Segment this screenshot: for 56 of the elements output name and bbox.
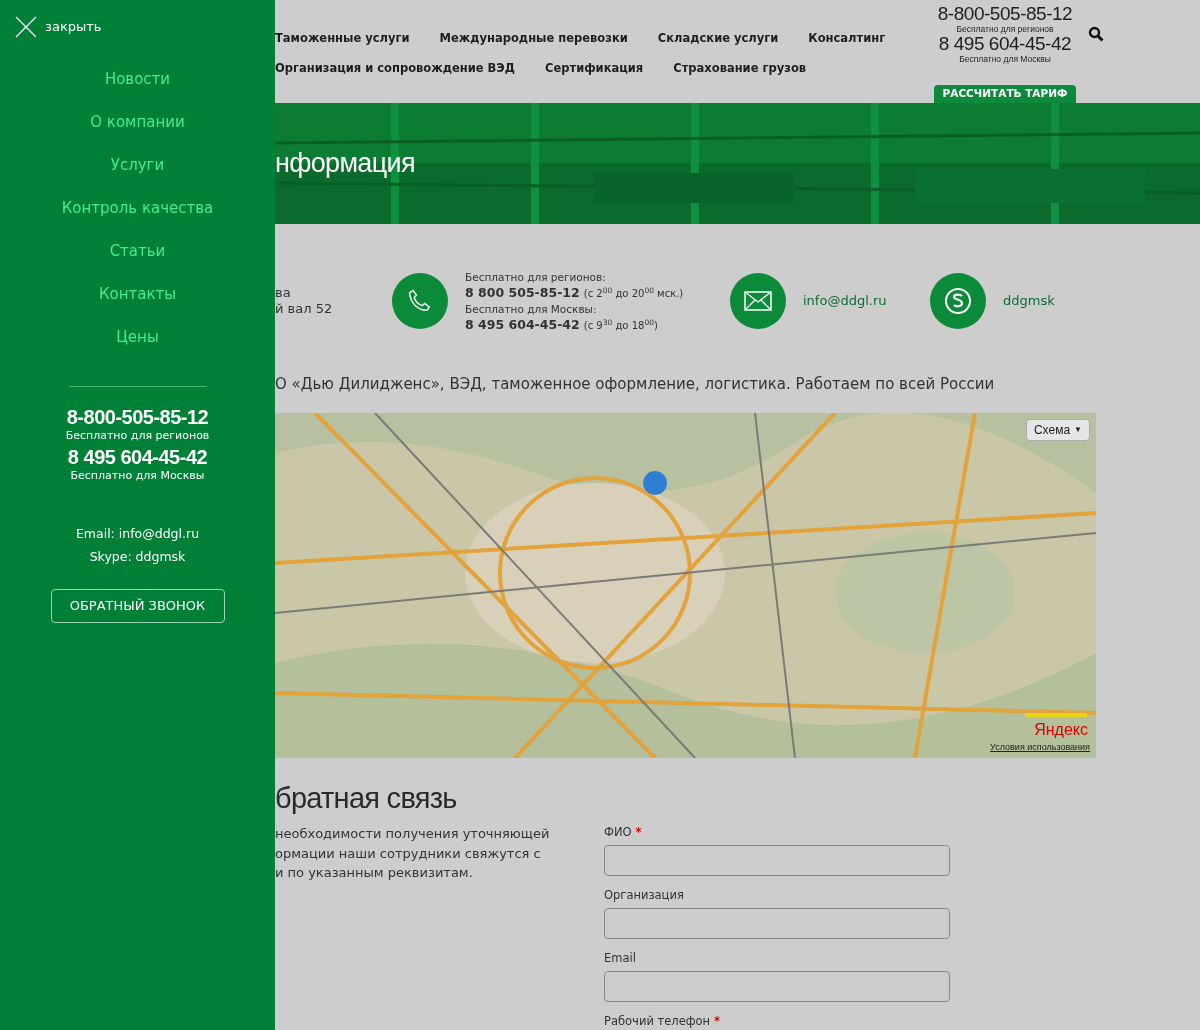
close-button[interactable]: закрыть — [15, 16, 102, 38]
menu-link[interactable]: Услуги — [110, 154, 165, 177]
intro-text: и по указанным реквизитам. — [275, 864, 474, 882]
required-mark: * — [714, 1014, 721, 1028]
input-field[interactable] — [604, 971, 950, 1002]
menu-link[interactable]: Цены — [116, 326, 159, 349]
phone-label: Бесплатно для Москвы: — [465, 302, 598, 317]
phone-note: Бесплатно для Москвы — [959, 54, 1051, 64]
address-line: ва — [275, 285, 292, 301]
intro-text: ормации наши сотрудники свяжутся с — [275, 844, 542, 863]
menu-link[interactable]: Контакты — [98, 283, 177, 306]
search-icon[interactable] — [1088, 26, 1104, 42]
skype-text: Skype: ddgmsk — [89, 547, 186, 566]
map-terms-link[interactable]: Условия использования — [990, 740, 1090, 754]
nav-link[interactable]: Консалтинг — [808, 30, 886, 48]
feedback-title: братная связь — [275, 781, 458, 816]
nav-link[interactable]: Международные перевозки — [439, 30, 628, 48]
nav-link[interactable]: Таможенные услуги — [275, 30, 410, 48]
field-label: ФИО * — [604, 824, 643, 840]
company-description: О «Дью Дилидженс», ВЭД, таможенное оформление, логистика. Работаем по всей России — [275, 374, 996, 394]
tariff-button[interactable]: РАССЧИТАТЬ ТАРИФ — [933, 85, 1077, 103]
phone-note: Бесплатно для регионов — [65, 429, 210, 443]
nav-link[interactable]: Страхование грузов — [673, 60, 807, 78]
phone-number: 8-800-505-85-12 — [937, 4, 1073, 24]
map-logo: Яндекс — [1034, 720, 1088, 740]
phone-number: 8 495 604-45-42 — [67, 445, 208, 469]
menu-link[interactable]: Новости — [104, 68, 171, 91]
phone-number: 8 495 604-45-42 — [938, 34, 1072, 54]
intro-text: необходимости получения уточняющей — [275, 825, 551, 843]
nav-link[interactable]: Складские услуги — [657, 30, 779, 48]
phone-label: Бесплатно для регионов: — [465, 270, 607, 285]
close-icon — [15, 16, 37, 38]
page-title: нформация — [275, 147, 415, 181]
input-field[interactable] — [604, 845, 950, 876]
skype-link[interactable]: ddgmsk — [1003, 291, 1055, 311]
menu-link[interactable]: О компании — [90, 111, 185, 134]
email-text: Email: info@ddgl.ru — [75, 525, 200, 543]
phone-note: Бесплатно для Москвы — [70, 469, 205, 483]
callback-button[interactable]: ОБРАТНЫЙ ЗВОНОК — [50, 588, 225, 623]
phone-line: 8 800 505-85-12 (с 2$^{00}$ до 20$^{00}$ мск.) — [465, 285, 685, 301]
input-field[interactable] — [604, 908, 950, 939]
caret-icon: ▼ — [1074, 424, 1082, 436]
field-label: Организация — [604, 887, 685, 903]
field-label: Email — [604, 950, 637, 966]
map-layer-button[interactable]: Схема ▼ — [1025, 419, 1090, 441]
nav-link[interactable]: Сертификация — [545, 60, 644, 78]
phone-number: 8-800-505-85-12 — [66, 405, 209, 429]
nav-link[interactable]: Организация и сопровождение ВЭД — [275, 60, 515, 78]
address-line: й вал 52 — [275, 301, 334, 317]
menu-link[interactable]: Статьи — [109, 240, 166, 263]
menu-link[interactable]: Контроль качества — [61, 197, 214, 220]
field-label: Рабочий телефон * — [604, 1013, 722, 1029]
required-mark: * — [635, 825, 642, 839]
email-link[interactable]: info@ddgl.ru — [803, 291, 930, 311]
phone-note: Бесплатно для регионов — [956, 24, 1054, 34]
phone-line: 8 495 604-45-42 (с 9$^{30}$ до 18$^{00}$) — [465, 317, 659, 333]
